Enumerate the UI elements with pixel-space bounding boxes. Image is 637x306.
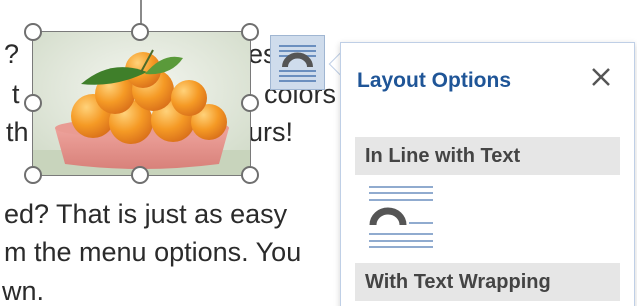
document-text-line: ? — [4, 39, 20, 69]
resize-handle-bottom-left[interactable] — [24, 166, 42, 184]
document-text-line: ed? That is just as easy — [4, 199, 288, 229]
pane-title: Layout Options — [357, 69, 511, 92]
rotate-handle-stem — [140, 0, 142, 24]
close-button[interactable] — [585, 61, 617, 93]
resize-handle-middle-left[interactable] — [24, 94, 42, 112]
layout-options-pane: Layout Options In Line with Text With Te… — [340, 42, 635, 306]
document-text-line: t — [12, 79, 20, 109]
section-header-label: In Line with Text — [365, 145, 521, 167]
resize-handle-bottom-right[interactable] — [241, 166, 259, 184]
section-header-inline: In Line with Text — [355, 137, 620, 175]
resize-handle-middle-right[interactable] — [241, 94, 259, 112]
resize-handle-top-center[interactable] — [131, 23, 149, 41]
orange-bowl-image — [33, 32, 250, 175]
section-header-wrap: With Text Wrapping — [355, 263, 620, 301]
document-text-line: urs! — [248, 117, 294, 147]
in-line-with-text-option[interactable] — [363, 183, 433, 251]
in-line-with-text-icon — [369, 186, 433, 248]
resize-handle-bottom-center[interactable] — [131, 166, 149, 184]
layout-options-icon — [279, 45, 316, 82]
close-icon — [592, 68, 610, 86]
resize-handle-top-right[interactable] — [241, 23, 259, 41]
layout-options-button[interactable] — [270, 35, 325, 90]
resize-handle-top-left[interactable] — [24, 23, 42, 41]
document-text-line: m the menu options. You — [4, 237, 302, 267]
selected-image[interactable] — [32, 31, 251, 176]
document-text-line: wn. — [2, 276, 45, 306]
section-header-label: With Text Wrapping — [365, 271, 551, 293]
document-text-line: th — [6, 117, 29, 147]
